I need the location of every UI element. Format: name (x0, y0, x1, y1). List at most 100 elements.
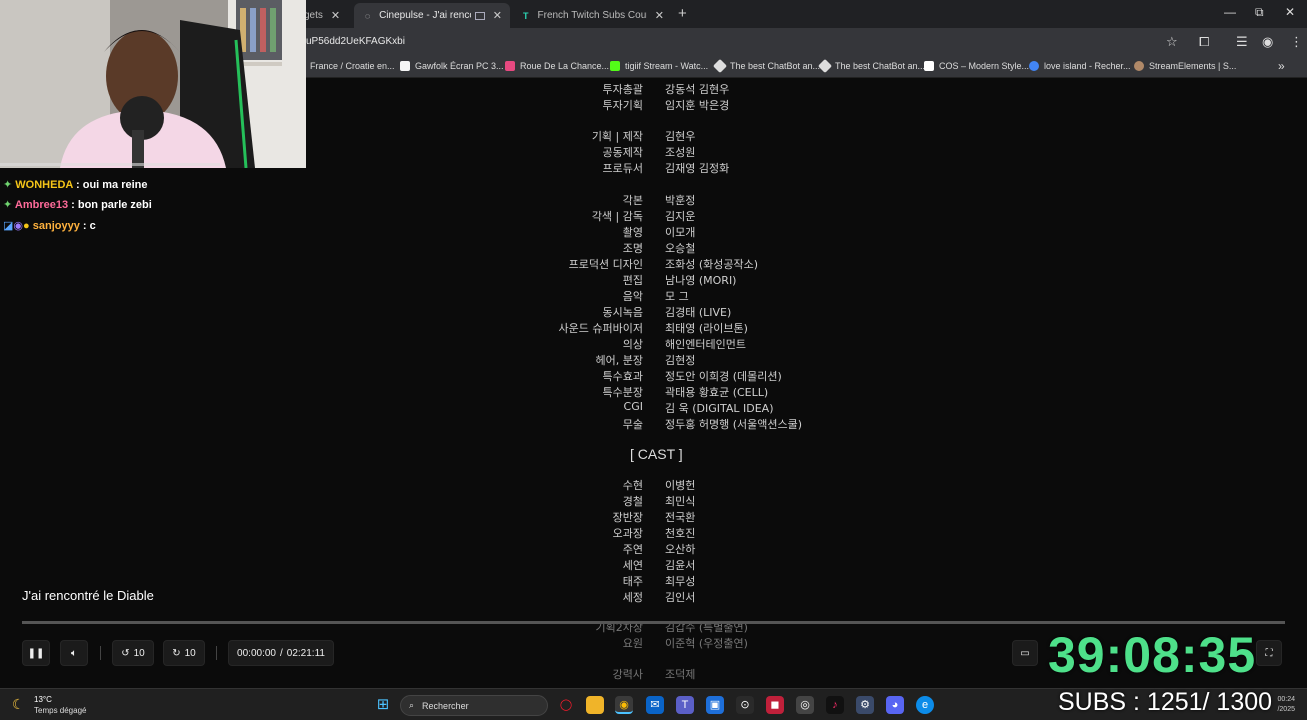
credit-name: 오승철 (665, 242, 696, 255)
credit-name: 최무성 (665, 575, 696, 588)
windows-start-icon[interactable]: ⊞ (374, 696, 392, 714)
close-icon[interactable]: ✕ (493, 9, 502, 22)
webcam-overlay (0, 0, 306, 168)
bookmark-item[interactable]: The best ChatBot an... (817, 58, 925, 74)
forward-10-button[interactable]: ↻ 10 (163, 640, 205, 666)
credit-role: 편집 (622, 274, 643, 287)
credit-role: 주연 (622, 543, 643, 556)
taskbar-search[interactable]: ⌕ Rechercher (400, 695, 548, 716)
tab-cinepulse[interactable]: ◌ Cinepulse - J'ai rencontré le ✕ (354, 3, 510, 28)
forward-label: 10 (184, 647, 196, 659)
new-tab-button[interactable]: + (678, 5, 687, 22)
settings-icon[interactable]: ⚙ (856, 696, 874, 714)
menu-icon[interactable]: ⋮ (1290, 34, 1303, 50)
profile-icon[interactable]: ◉ (1262, 34, 1273, 50)
close-window-button[interactable]: ✕ (1285, 5, 1295, 19)
search-placeholder: Rechercher (422, 700, 469, 711)
reading-list-icon[interactable]: ☰ (1236, 34, 1248, 50)
fullscreen-icon: ⛶ (1265, 647, 1273, 659)
bookmark-label: Roue De La Chance... (520, 61, 610, 71)
credit-name: 김재영 김정화 (665, 162, 730, 175)
chrome-icon[interactable]: ◉ (615, 696, 633, 714)
credit-name: 곽태용 황효균 (CELL) (665, 386, 769, 399)
credit-role: 의상 (622, 338, 643, 351)
bookmark-item[interactable]: COS – Modern Style... (924, 61, 1029, 71)
bookmark-item[interactable]: tigiif Stream - Watc... (610, 61, 708, 71)
bookmark-favicon-icon (712, 58, 728, 74)
minimize-button[interactable]: — (1224, 5, 1236, 19)
credit-name: 전국환 (665, 511, 696, 524)
opera-icon[interactable]: ◯ (557, 696, 575, 714)
bookmark-item[interactable]: The best ChatBot an... (712, 58, 820, 74)
search-icon: ⌕ (409, 700, 415, 710)
credit-role: 음악 (622, 290, 643, 303)
app-icon[interactable]: ◎ (796, 696, 814, 714)
movie-title: J'ai rencontré le Diable (22, 588, 154, 603)
subathon-timer: 39:08:35 (1048, 627, 1257, 683)
credit-name: 정두홍 허명행 (서울액션스쿨) (665, 418, 803, 431)
credit-role: 각본 (622, 194, 643, 207)
bookmark-label: France / Croatie en... (310, 61, 395, 71)
url-field[interactable]: uP56dd2UeKFAGKxbi (306, 36, 405, 47)
fullscreen-button[interactable]: ⛶ (1256, 640, 1282, 666)
edge-icon[interactable]: e (916, 696, 934, 714)
tab-french-twitch-subs[interactable]: T French Twitch Subs Count Stati ✕ (512, 3, 672, 28)
subtitles-button[interactable]: ▭ (1012, 640, 1038, 666)
chat-message: ◪◉● sanjoyyy : c (3, 219, 96, 232)
credit-role: 특수분장 (602, 386, 643, 399)
credit-name: 박훈정 (665, 194, 696, 207)
window-icon[interactable]: ▣ (706, 696, 724, 714)
close-icon[interactable]: ✕ (655, 9, 664, 22)
credit-name: 김인서 (665, 591, 696, 604)
credit-name: 모 그 (665, 290, 689, 303)
rewind-10-button[interactable]: ↺ 10 (112, 640, 154, 666)
bookmark-item[interactable]: France / Croatie en... (310, 61, 395, 71)
picture-in-picture-icon[interactable] (475, 11, 485, 20)
bookmark-label: love island - Recher... (1044, 61, 1131, 71)
teams-icon[interactable]: T (676, 696, 694, 714)
clock-date: /2025 (1277, 706, 1295, 713)
app-icon[interactable]: ⊙ (736, 696, 754, 714)
clock: 00:24 /2025 (1277, 695, 1295, 715)
rewind-icon: ↺ (121, 647, 130, 659)
credit-role: 요원 (622, 637, 643, 650)
bookmark-item[interactable]: Roue De La Chance... (505, 61, 609, 71)
tiktok-icon[interactable]: ♪ (826, 696, 844, 714)
credit-role: 동시녹음 (602, 306, 643, 319)
credit-role: 투자총괄 (602, 83, 643, 96)
close-icon[interactable]: ✕ (331, 9, 340, 22)
credit-role: 사운드 슈퍼바이저 (558, 322, 643, 335)
video-player[interactable]: 투자총괄 강동석 김현우 투자기획 임지훈 박은경 기획 | 제작 김현우 공동제작 조성원 프… (0, 78, 1307, 688)
outlook-icon[interactable]: ✉ (646, 696, 664, 714)
credit-role: 특수효과 (602, 370, 643, 383)
end-credits: 투자총괄 강동석 김현우 투자기획 임지훈 박은경 기획 | 제작 김현우 공동제작 조성원 프… (0, 78, 1307, 688)
star-icon[interactable]: ☆ (1166, 34, 1178, 50)
app-icon[interactable]: ◼ (766, 696, 784, 714)
moon-weather-icon: ☾ (12, 696, 25, 712)
credit-role: 경철 (622, 495, 643, 508)
bookmark-label: StreamElements | S... (1149, 61, 1237, 71)
discord-icon[interactable]: ◕ (886, 696, 904, 714)
clock-time: 00:24 (1277, 696, 1295, 703)
badge-icon: ● (23, 220, 30, 232)
more-bookmarks-icon[interactable]: » (1278, 59, 1285, 73)
volume-button[interactable]: 🔈︎ (60, 640, 88, 666)
volume-icon: 🔈︎ (71, 647, 77, 659)
extensions-icon[interactable]: ⧠ (1199, 34, 1209, 50)
credit-role: 헤어, 분장 (595, 354, 643, 367)
file-explorer-icon[interactable] (586, 696, 604, 714)
time-current: 00:00:00 (237, 647, 276, 659)
maximize-button[interactable]: ⧉ (1255, 5, 1264, 20)
credit-role: 오과장 (612, 527, 643, 540)
bookmark-item[interactable]: love island - Recher... (1029, 61, 1131, 71)
credit-role: 프로덕션 디자인 (568, 258, 643, 271)
credit-role: 수현 (622, 479, 643, 492)
bookmark-item[interactable]: Gawfolk Écran PC 3... (400, 61, 504, 71)
bookmark-favicon-icon (924, 61, 934, 71)
streamer-webcam-image (0, 0, 306, 168)
credit-name: 강동석 김현우 (665, 83, 730, 96)
tt-icon: T (523, 10, 529, 21)
pause-button[interactable]: ❚❚ (22, 640, 50, 666)
bookmark-item[interactable]: StreamElements | S... (1134, 61, 1236, 71)
progress-bar[interactable] (22, 621, 1285, 624)
